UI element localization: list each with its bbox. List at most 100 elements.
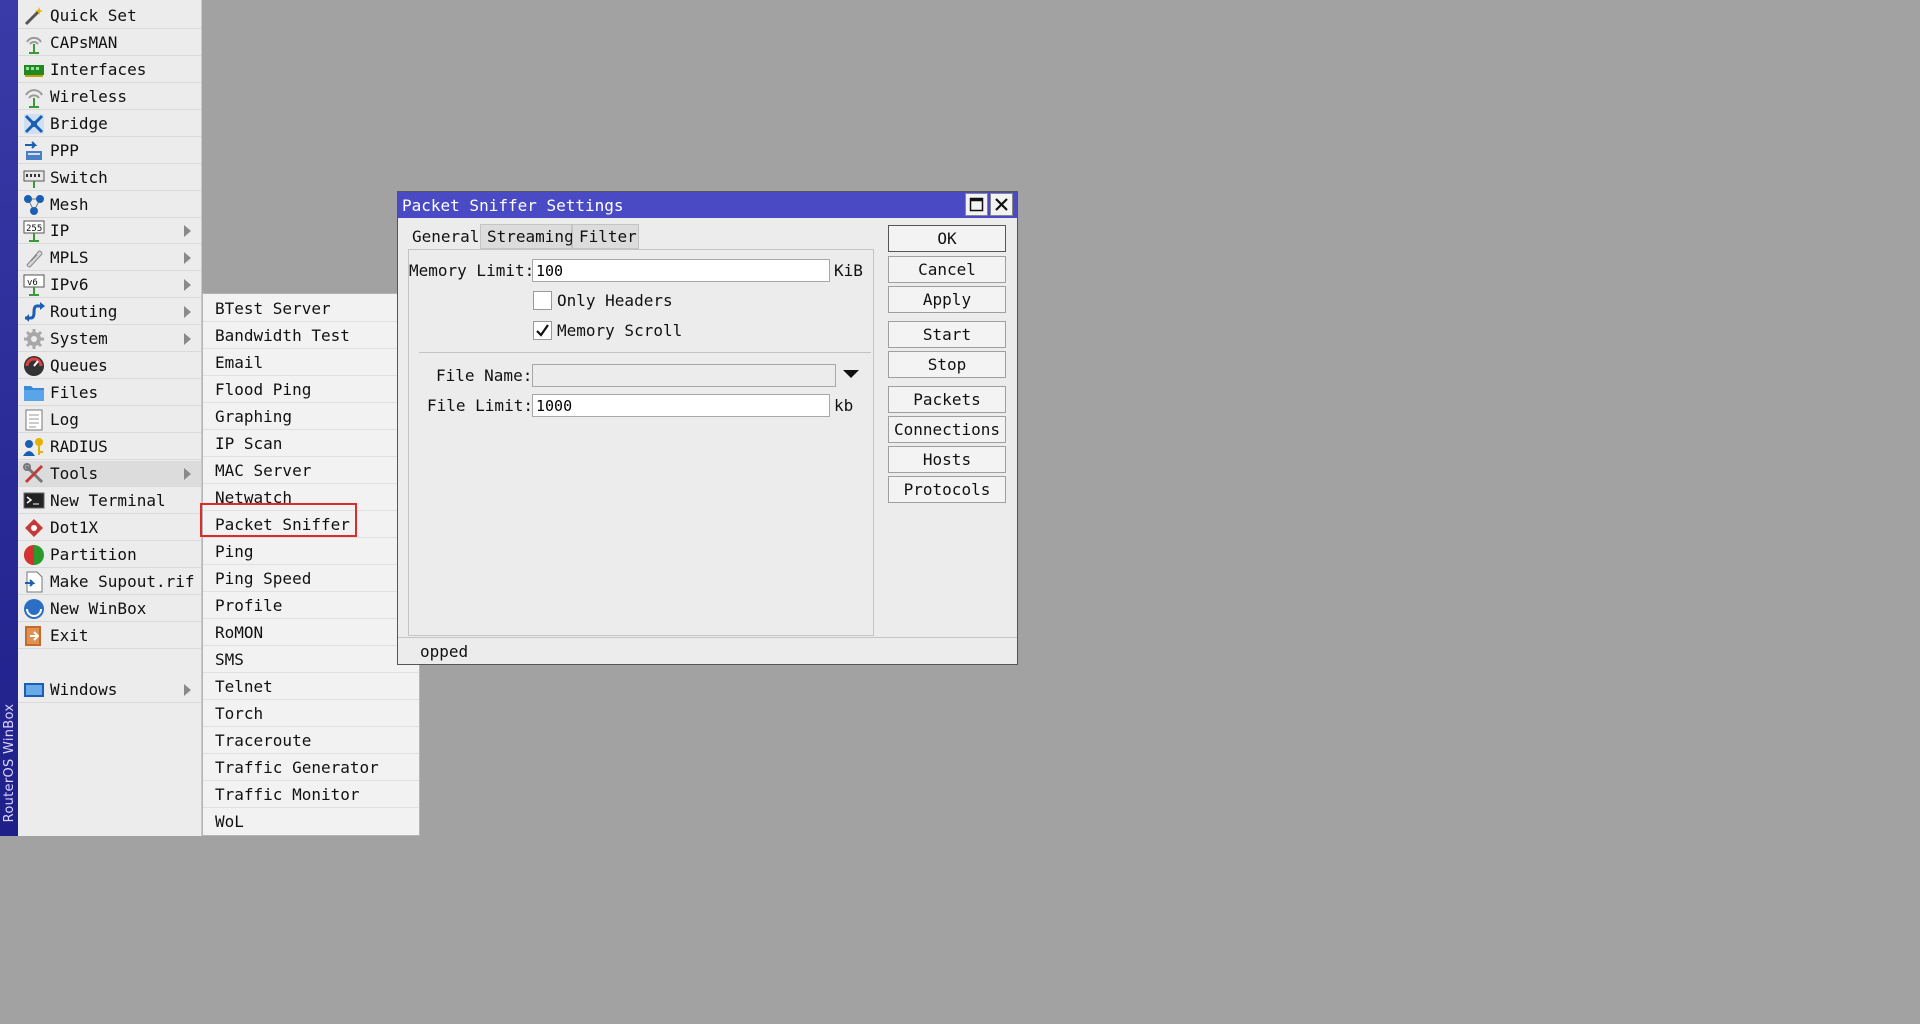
exit-icon [22, 625, 46, 647]
memory-scroll-checkbox[interactable] [533, 321, 552, 340]
brand-strip: RouterOS WinBox [0, 0, 18, 836]
submenu-item-graphing[interactable]: Graphing [203, 403, 419, 430]
menu-label: New Terminal [50, 491, 166, 510]
file-limit-label: File Limit: [427, 396, 533, 415]
menu-item-interfaces[interactable]: Interfaces [18, 57, 201, 83]
menu-item-new-terminal[interactable]: New Terminal [18, 488, 201, 514]
menu-item-mpls[interactable]: MPLS [18, 245, 201, 271]
menu-label: MPLS [50, 248, 89, 267]
menu-item-dot1x[interactable]: Dot1X [18, 515, 201, 541]
menu-item-capsman[interactable]: CAPsMAN [18, 30, 201, 56]
menu-item-mesh[interactable]: Mesh [18, 192, 201, 218]
submenu-item-telnet[interactable]: Telnet [203, 673, 419, 700]
submenu-item-traffic-generator[interactable]: Traffic Generator [203, 754, 419, 781]
menu-item-queues[interactable]: Queues [18, 353, 201, 379]
protocols-button[interactable]: Protocols [888, 476, 1006, 503]
menu-label: Routing [50, 302, 118, 321]
submenu-item-email[interactable]: Email [203, 349, 419, 376]
mesh-icon [22, 194, 46, 216]
ok-button[interactable]: OK [888, 225, 1006, 252]
menu-item-routing[interactable]: Routing [18, 299, 201, 325]
submenu-item-traffic-monitor[interactable]: Traffic Monitor [203, 781, 419, 808]
submenu-item-ping-speed[interactable]: Ping Speed [203, 565, 419, 592]
submenu-item-ping[interactable]: Ping [203, 538, 419, 565]
maximize-button[interactable] [965, 193, 988, 216]
winbox-icon [22, 598, 46, 620]
apply-button[interactable]: Apply [888, 286, 1006, 313]
tools-submenu: BTest Server Bandwidth Test Email Flood … [202, 293, 420, 836]
start-button[interactable]: Start [888, 321, 1006, 348]
submenu-item-bandwidth-test[interactable]: Bandwidth Test [203, 322, 419, 349]
menu-item-wireless[interactable]: Wireless [18, 84, 201, 110]
gear-icon [22, 328, 46, 350]
menu-item-windows[interactable]: Windows [18, 677, 201, 703]
menu-item-bridge[interactable]: Bridge [18, 111, 201, 137]
folder-icon [22, 382, 46, 404]
menu-item-ip[interactable]: 255 IP [18, 218, 201, 244]
cancel-button[interactable]: Cancel [888, 256, 1006, 283]
menu-item-quick-set[interactable]: Quick Set [18, 3, 201, 29]
memory-limit-input[interactable] [532, 259, 830, 282]
menu-item-system[interactable]: System [18, 326, 201, 352]
submenu-item-btest-server[interactable]: BTest Server [203, 295, 419, 322]
submenu-item-wol[interactable]: WoL [203, 808, 419, 835]
menu-item-make-supout[interactable]: Make Supout.rif [18, 569, 201, 595]
menu-label: Quick Set [50, 6, 137, 25]
menu-item-radius[interactable]: RADIUS [18, 434, 201, 460]
menu-item-ipv6[interactable]: v6 IPv6 [18, 272, 201, 298]
submenu-item-ip-scan[interactable]: IP Scan [203, 430, 419, 457]
file-limit-input[interactable] [532, 394, 830, 417]
menu-item-partition[interactable]: Partition [18, 542, 201, 568]
submenu-item-profile[interactable]: Profile [203, 592, 419, 619]
partition-icon [22, 544, 46, 566]
tab-streaming[interactable]: Streaming [480, 224, 574, 249]
submenu-arrow-icon [184, 333, 191, 345]
file-name-dropdown-icon[interactable] [843, 370, 859, 378]
status-bar: opped [398, 637, 1017, 664]
hosts-button[interactable]: Hosts [888, 446, 1006, 473]
submenu-arrow-icon [184, 468, 191, 480]
menu-item-log[interactable]: Log [18, 407, 201, 433]
windows-icon [22, 679, 46, 701]
submenu-arrow-icon [184, 252, 191, 264]
connections-button[interactable]: Connections [888, 416, 1006, 443]
menu-item-exit[interactable]: Exit [18, 623, 201, 649]
submenu-item-packet-sniffer[interactable]: Packet Sniffer [203, 511, 419, 538]
file-name-input[interactable] [532, 364, 836, 387]
svg-text:255: 255 [26, 224, 42, 234]
tab-filter[interactable]: Filter [572, 224, 639, 249]
ip-icon: 255 [22, 220, 46, 242]
submenu-item-flood-ping[interactable]: Flood Ping [203, 376, 419, 403]
menu-item-switch[interactable]: Switch [18, 165, 201, 191]
close-icon [995, 198, 1008, 211]
submenu-item-mac-server[interactable]: MAC Server [203, 457, 419, 484]
menu-item-ppp[interactable]: PPP [18, 138, 201, 164]
menu-label: Dot1X [50, 518, 99, 537]
submenu-item-sms[interactable]: SMS [203, 646, 419, 673]
close-button[interactable] [990, 193, 1013, 216]
bridge-icon [22, 113, 46, 135]
menu-item-new-winbox[interactable]: New WinBox [18, 596, 201, 622]
submenu-item-romon[interactable]: RoMON [203, 619, 419, 646]
packet-sniffer-settings-dialog: Packet Sniffer Settings General Streamin… [397, 191, 1018, 665]
submenu-item-torch[interactable]: Torch [203, 700, 419, 727]
tools-icon [22, 462, 46, 485]
only-headers-checkbox[interactable] [533, 291, 552, 310]
memory-limit-label: Memory Limit: [409, 261, 535, 280]
submenu-item-traceroute[interactable]: Traceroute [203, 727, 419, 754]
only-headers-label: Only Headers [557, 291, 673, 310]
tab-general[interactable]: General [405, 224, 480, 249]
submenu-item-netwatch[interactable]: Netwatch [203, 484, 419, 511]
menu-label: Make Supout.rif [50, 572, 195, 591]
menu-label: Log [50, 410, 79, 429]
menu-item-tools[interactable]: Tools [18, 461, 201, 487]
stop-button[interactable]: Stop [888, 351, 1006, 378]
menu-item-files[interactable]: Files [18, 380, 201, 406]
submenu-arrow-icon [184, 306, 191, 318]
packets-button[interactable]: Packets [888, 386, 1006, 413]
menu-label: IP [50, 221, 70, 240]
dialog-titlebar[interactable]: Packet Sniffer Settings [398, 192, 1017, 218]
log-icon [22, 409, 46, 431]
ppp-icon [22, 140, 46, 162]
menu-label: Switch [50, 168, 108, 187]
